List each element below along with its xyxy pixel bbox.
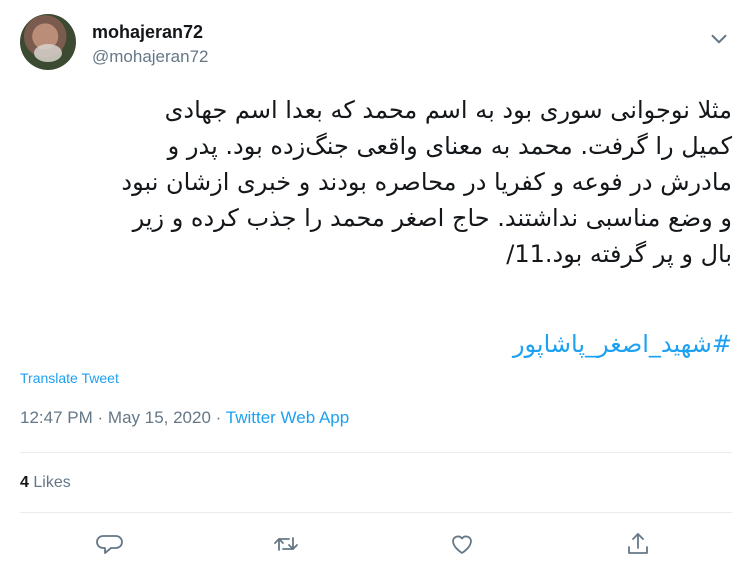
chevron-down-icon[interactable] [706, 26, 732, 52]
likes-stat[interactable]: 4 Likes [20, 474, 71, 492]
divider [20, 452, 732, 453]
meta-separator: · [97, 408, 104, 427]
display-name[interactable]: mohajeran72 [92, 22, 203, 43]
tweet-text: مثلا نوجوانی سوری بود به اسم محمد که بعد… [121, 96, 732, 268]
tweet-actions [0, 528, 748, 560]
source-app-link[interactable]: Twitter Web App [226, 408, 349, 427]
user-handle[interactable]: @mohajeran72 [92, 47, 209, 67]
divider [20, 512, 732, 513]
hashtag-link[interactable]: #شهید_اصغر_پاشاپور [20, 326, 732, 362]
meta-separator: · [215, 408, 222, 427]
likes-label: Likes [33, 474, 71, 491]
tweet-date[interactable]: May 15, 2020 [108, 408, 211, 427]
retweet-icon[interactable] [270, 528, 302, 560]
reply-icon[interactable] [94, 528, 126, 560]
tweet-header: mohajeran72 @mohajeran72 [20, 12, 732, 76]
translate-tweet-link[interactable]: Translate Tweet [20, 370, 119, 386]
heart-icon[interactable] [446, 528, 478, 560]
tweet-time[interactable]: 12:47 PM [20, 408, 93, 427]
likes-count: 4 [20, 474, 29, 491]
share-icon[interactable] [622, 528, 654, 560]
avatar-photo-detail [34, 44, 62, 62]
tweet-metadata: 12:47 PM · May 15, 2020 · Twitter Web Ap… [20, 408, 349, 428]
avatar[interactable] [20, 14, 76, 70]
